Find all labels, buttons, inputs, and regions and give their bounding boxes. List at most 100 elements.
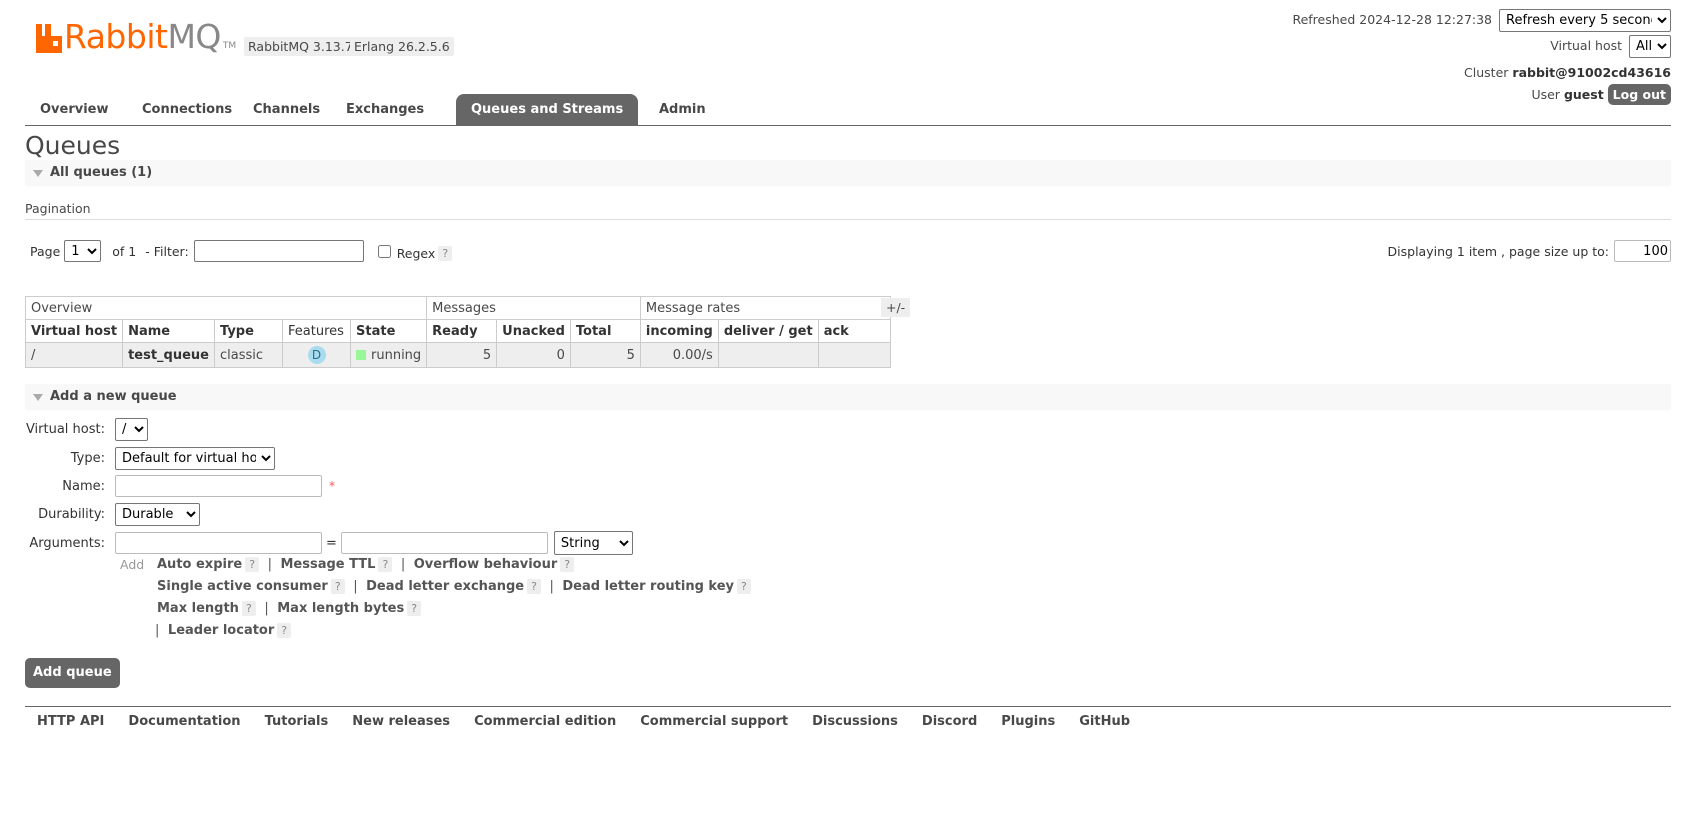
refresh-interval-select[interactable]: Refresh every 5 seconds [1499, 9, 1671, 32]
queue-type-select[interactable]: Default for virtual host [115, 447, 275, 470]
equals-sign: = [326, 535, 337, 551]
cell-ack [817, 342, 891, 368]
col-virtual-host[interactable]: Virtual host [24, 319, 124, 343]
arg-leader-locator[interactable]: Leader locator [168, 623, 274, 638]
col-features[interactable]: Features [282, 319, 351, 343]
help-button[interactable]: ? [407, 601, 422, 616]
argument-key-input[interactable] [115, 532, 322, 554]
vhost-label: Virtual host [1550, 38, 1623, 53]
regex-help-button[interactable]: ? [438, 245, 453, 261]
tab-connections[interactable]: Connections [127, 94, 247, 125]
argument-type-select[interactable]: String [553, 531, 633, 555]
tab-overview[interactable]: Overview [25, 94, 124, 125]
help-button[interactable]: ? [241, 601, 256, 616]
argument-value-input[interactable] [340, 532, 548, 554]
help-button[interactable]: ? [245, 557, 260, 572]
arg-overflow-behaviour[interactable]: Overflow behaviour [414, 557, 558, 572]
footer-discussions[interactable]: Discussions [800, 714, 910, 729]
add-argument-link[interactable]: Add [120, 557, 144, 572]
argument-shortcuts-row-3: Max length? | Max length bytes? [157, 601, 422, 616]
col-incoming[interactable]: incoming [639, 319, 719, 343]
durable-feature-badge: D [307, 346, 326, 364]
separator: | [400, 557, 406, 572]
arg-dead-letter-exchange[interactable]: Dead letter exchange [366, 579, 524, 594]
col-deliver-get[interactable]: deliver / get [717, 319, 819, 343]
col-ack[interactable]: ack [817, 319, 891, 343]
regex-checkbox[interactable] [377, 244, 391, 258]
argument-shortcuts-row-1: Auto expire? | Message TTL? | Overflow b… [157, 557, 575, 572]
display-count-label: Displaying 1 item , page size up to: [1387, 243, 1609, 259]
cell-type: classic [214, 342, 283, 368]
regex-label: Regex [396, 246, 436, 261]
col-name[interactable]: Name [122, 319, 215, 343]
cell-ready: 5 [426, 342, 498, 368]
cluster-row: Cluster rabbit@91002cd43616 [1464, 65, 1671, 80]
footer-github[interactable]: GitHub [1067, 714, 1142, 729]
page-size-input[interactable] [1614, 240, 1671, 262]
col-unacked[interactable]: Unacked [496, 319, 571, 343]
add-queue-button[interactable]: Add queue [25, 658, 120, 688]
main-nav-tabs: Overview Connections Channels Exchanges … [25, 94, 1671, 126]
all-queues-section-toggle[interactable]: All queues (1) [25, 160, 1671, 186]
vhost-select[interactable]: All [1629, 35, 1671, 58]
name-field-label: Name: [62, 478, 105, 494]
arg-dead-letter-routing-key[interactable]: Dead letter routing key [562, 579, 734, 594]
tab-exchanges[interactable]: Exchanges [331, 94, 439, 125]
arg-message-ttl[interactable]: Message TTL [280, 557, 375, 572]
page-select[interactable]: 1 [64, 240, 102, 262]
footer-commercial-support[interactable]: Commercial support [628, 714, 800, 729]
column-toggle-button[interactable]: +/- [881, 298, 911, 317]
col-ready[interactable]: Ready [426, 319, 498, 343]
footer-plugins[interactable]: Plugins [989, 714, 1067, 729]
footer-new-releases[interactable]: New releases [340, 714, 462, 729]
table-row[interactable]: / test_queue classic D running 5 0 5 0.0… [24, 342, 891, 368]
queue-name-input[interactable] [115, 475, 322, 497]
footer-tutorials[interactable]: Tutorials [253, 714, 341, 729]
cell-unacked: 0 [496, 342, 571, 368]
all-queues-heading: All queues (1) [50, 165, 153, 180]
add-queue-section-toggle[interactable]: Add a new queue [25, 384, 1671, 410]
page-label: Page [30, 243, 61, 259]
arg-max-length-bytes[interactable]: Max length bytes [277, 601, 404, 616]
state-text: running [371, 347, 422, 363]
arg-max-length[interactable]: Max length [157, 601, 239, 616]
footer-discord[interactable]: Discord [910, 714, 989, 729]
help-button[interactable]: ? [378, 557, 393, 572]
help-button[interactable]: ? [277, 623, 292, 638]
help-button[interactable]: ? [737, 579, 751, 594]
cell-features: D [282, 342, 351, 368]
refresh-row: Refreshed 2024-12-28 12:27:38 Refresh ev… [1292, 9, 1671, 32]
type-field-label: Type: [70, 451, 105, 466]
col-type[interactable]: Type [214, 319, 283, 343]
arg-single-active-consumer[interactable]: Single active consumer [157, 579, 328, 594]
add-queue-heading: Add a new queue [50, 389, 177, 404]
arg-auto-expire[interactable]: Auto expire [157, 557, 242, 572]
pagination-label: Pagination [25, 201, 91, 216]
separator: | [353, 579, 358, 594]
required-asterisk: * [329, 479, 335, 493]
group-message-rates: Message rates [639, 296, 891, 320]
footer-commercial-edition[interactable]: Commercial edition [462, 714, 628, 729]
col-state[interactable]: State [349, 319, 428, 343]
tab-channels[interactable]: Channels [238, 94, 335, 125]
durability-select[interactable]: Durable [115, 503, 200, 526]
group-overview: Overview [24, 296, 428, 320]
tab-queues-and-streams[interactable]: Queues and Streams [456, 94, 639, 125]
form-row-name: Name: * [0, 475, 335, 497]
rabbitmq-logo[interactable]: RabbitMQ TM [36, 20, 236, 54]
footer-http-api[interactable]: HTTP API [25, 714, 116, 729]
pagination-divider [25, 219, 1671, 220]
rabbitmq-version-badge: RabbitMQ 3.13.7 [244, 37, 357, 56]
col-total[interactable]: Total [569, 319, 641, 343]
tab-admin[interactable]: Admin [644, 94, 721, 125]
vhost-field-select[interactable]: / [115, 418, 148, 441]
help-button[interactable]: ? [560, 557, 575, 572]
logo-trademark: TM [222, 41, 237, 51]
argument-shortcuts-row-2: Single active consumer? | Dead letter ex… [157, 579, 751, 594]
help-button[interactable]: ? [527, 579, 541, 594]
filter-input[interactable] [193, 240, 364, 262]
queue-name-link[interactable]: test_queue [122, 342, 215, 368]
filter-label: - Filter: [145, 243, 189, 259]
help-button[interactable]: ? [330, 579, 345, 594]
footer-documentation[interactable]: Documentation [116, 714, 252, 729]
